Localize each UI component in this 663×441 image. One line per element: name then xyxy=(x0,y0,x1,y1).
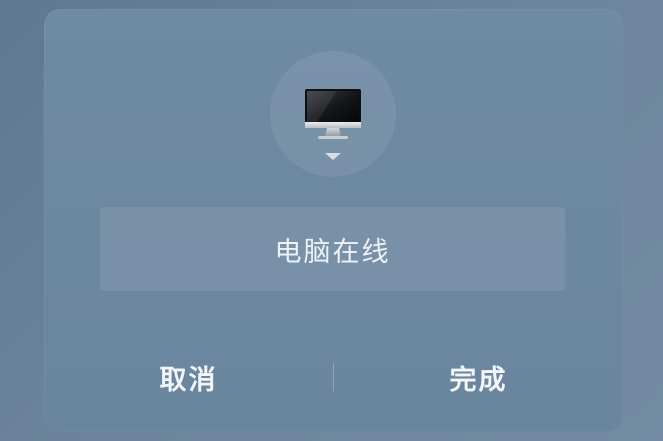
dialog-sheet: 电脑在线 取消 完成 xyxy=(44,9,623,432)
cancel-button[interactable]: 取消 xyxy=(44,339,333,415)
desktop-monitor-icon xyxy=(303,87,363,143)
status-label: 电脑在线 xyxy=(274,236,391,268)
action-bar: 取消 完成 xyxy=(44,339,623,415)
caret-down-icon xyxy=(325,153,341,160)
done-button[interactable]: 完成 xyxy=(334,339,623,415)
device-indicator xyxy=(270,51,396,177)
status-field: 电脑在线 xyxy=(100,207,565,291)
